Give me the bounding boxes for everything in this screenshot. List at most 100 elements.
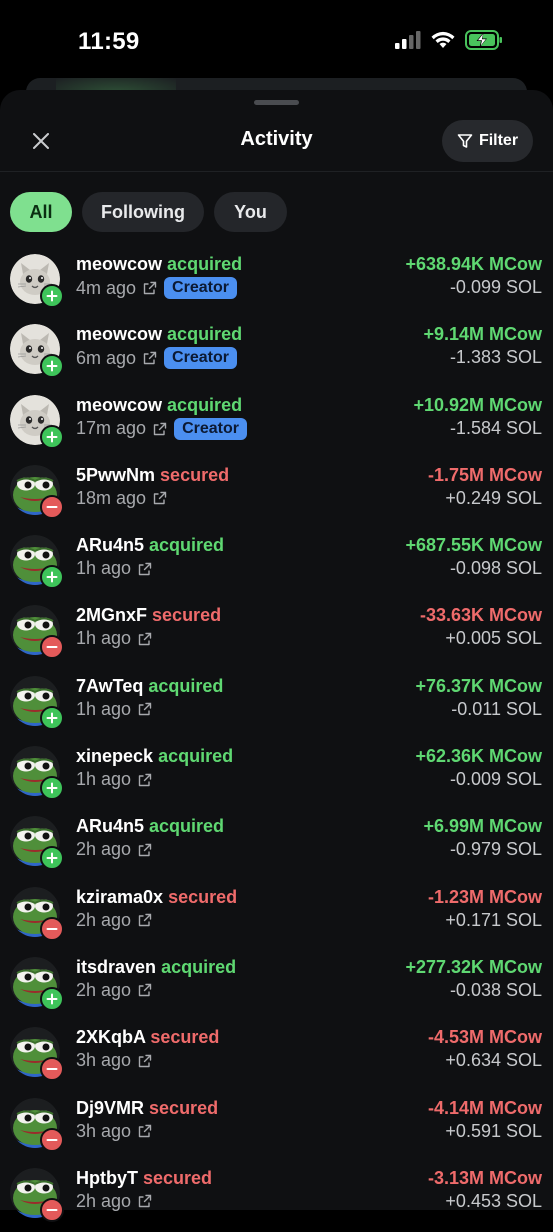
external-link-icon[interactable]: [138, 773, 152, 787]
token-amount: -3.13M MCow: [427, 1167, 542, 1188]
username[interactable]: ARu4n5: [76, 535, 144, 555]
activity-row[interactable]: meowcow acquired 4m ago Creator +638.94K MC…: [0, 248, 553, 318]
plus-badge-icon: [40, 284, 64, 308]
external-link-icon[interactable]: [153, 491, 167, 505]
time-ago: 4m ago: [76, 277, 137, 298]
time-line: 4m ago Creator: [76, 277, 237, 299]
minus-badge-icon: [40, 1057, 64, 1082]
activity-row[interactable]: itsdraven acquired 2h ago +277.32K MCow -0.…: [0, 951, 553, 1021]
activity-row[interactable]: HptbyT secured 2h ago -3.13M MCow +0.453 SO…: [0, 1162, 553, 1232]
time-line: 2h ago: [76, 839, 152, 860]
time-line: 3h ago: [76, 1050, 152, 1071]
external-link-icon[interactable]: [138, 1124, 152, 1138]
activity-row[interactable]: 7AwTeq acquired 1h ago +76.37K MCow -0.011 …: [0, 670, 553, 740]
sheet-grabber[interactable]: [254, 100, 299, 105]
sol-amount: -0.011 SOL: [451, 698, 542, 719]
username[interactable]: HptbyT: [76, 1168, 138, 1188]
username[interactable]: 2XKqbA: [76, 1027, 145, 1047]
external-link-icon[interactable]: [138, 1054, 152, 1068]
external-link-icon[interactable]: [138, 562, 152, 576]
username[interactable]: itsdraven: [76, 957, 156, 977]
time-ago: 1h ago: [76, 628, 132, 649]
action-label: secured: [150, 1027, 220, 1048]
username[interactable]: meowcow: [76, 324, 162, 344]
username[interactable]: kzirama0x: [76, 887, 163, 907]
token-amount: +10.92M MCow: [413, 394, 542, 415]
status-bar: 11:59: [0, 0, 553, 80]
activity-row[interactable]: Dj9VMR secured 3h ago -4.14M MCow +0.591 SO…: [0, 1092, 553, 1162]
external-link-icon[interactable]: [138, 1194, 152, 1208]
time-ago: 1h ago: [76, 698, 132, 719]
time-line: 18m ago: [76, 488, 167, 509]
username[interactable]: ARu4n5: [76, 816, 144, 836]
user-line: xinepeck acquired: [76, 746, 233, 767]
username[interactable]: Dj9VMR: [76, 1098, 144, 1118]
filter-button[interactable]: Filter: [442, 120, 533, 162]
wifi-icon: [431, 31, 455, 48]
activity-row[interactable]: kzirama0x secured 2h ago -1.23M MCow +0.171…: [0, 881, 553, 951]
username[interactable]: meowcow: [76, 254, 162, 274]
activity-row[interactable]: ARu4n5 acquired 2h ago +6.99M MCow -0.979 S…: [0, 810, 553, 880]
plus-badge-icon: [40, 705, 64, 730]
time-ago: 2h ago: [76, 979, 132, 1000]
tab-all[interactable]: All: [10, 192, 72, 232]
external-link-icon[interactable]: [138, 983, 152, 997]
external-link-icon[interactable]: [153, 422, 167, 436]
username[interactable]: 2MGnxF: [76, 605, 147, 625]
sol-amount: +0.453 SOL: [445, 1190, 542, 1211]
time-ago: 3h ago: [76, 1120, 132, 1141]
external-link-icon[interactable]: [138, 632, 152, 646]
time-line: 2h ago: [76, 980, 152, 1001]
token-amount: +62.36K MCow: [415, 746, 542, 767]
activity-row[interactable]: 5PwwNm secured 18m ago -1.75M MCow +0.249 S…: [0, 459, 553, 529]
minus-badge-icon: [40, 1197, 64, 1222]
time-line: 3h ago: [76, 1121, 152, 1142]
username[interactable]: 5PwwNm: [76, 465, 155, 485]
sol-amount: -1.584 SOL: [449, 417, 542, 438]
header-divider: [0, 171, 553, 172]
plus-badge-icon: [40, 565, 64, 590]
plus-badge-icon: [40, 846, 64, 871]
time-line: 2h ago: [76, 1191, 152, 1212]
user-line: itsdraven acquired: [76, 957, 236, 978]
action-label: secured: [149, 1097, 219, 1118]
action-label: acquired: [149, 816, 225, 837]
sol-amount: -1.383 SOL: [449, 347, 542, 368]
sol-amount: -0.979 SOL: [449, 839, 542, 860]
activity-list: meowcow acquired 4m ago Creator +638.94K MC…: [0, 248, 553, 1232]
time-ago: 2h ago: [76, 1190, 132, 1211]
minus-badge-icon: [40, 635, 64, 660]
external-link-icon[interactable]: [138, 702, 152, 716]
user-line: meowcow acquired: [76, 324, 242, 345]
time-line: 1h ago: [76, 558, 152, 579]
action-label: secured: [160, 464, 230, 485]
tab-you[interactable]: You: [214, 192, 287, 232]
external-link-icon[interactable]: [143, 281, 157, 295]
activity-row[interactable]: ARu4n5 acquired 1h ago +687.55K MCow -0.098…: [0, 529, 553, 599]
activity-row[interactable]: meowcow acquired 17m ago Creator +10.92M MC…: [0, 389, 553, 459]
username[interactable]: xinepeck: [76, 746, 153, 766]
activity-sheet: Activity Filter All Following You meowco…: [0, 90, 553, 1222]
activity-row[interactable]: meowcow acquired 6m ago Creator +9.14M MCow…: [0, 318, 553, 388]
action-label: secured: [152, 605, 222, 626]
time-line: 2h ago: [76, 910, 152, 931]
activity-row[interactable]: 2MGnxF secured 1h ago -33.63K MCow +0.005 S…: [0, 599, 553, 669]
activity-row[interactable]: xinepeck acquired 1h ago +62.36K MCow -0.00…: [0, 740, 553, 810]
token-amount: -1.23M MCow: [427, 886, 542, 907]
time-ago: 6m ago: [76, 347, 137, 368]
username[interactable]: 7AwTeq: [76, 676, 143, 696]
action-label: acquired: [148, 675, 224, 696]
username[interactable]: meowcow: [76, 395, 162, 415]
token-amount: +9.14M MCow: [423, 324, 542, 345]
activity-row[interactable]: 2XKqbA secured 3h ago -4.53M MCow +0.634 SO…: [0, 1021, 553, 1091]
user-line: 7AwTeq acquired: [76, 676, 223, 697]
action-label: acquired: [158, 746, 234, 767]
token-amount: -1.75M MCow: [427, 464, 542, 485]
token-amount: +76.37K MCow: [415, 675, 542, 696]
tab-following[interactable]: Following: [82, 192, 204, 232]
external-link-icon[interactable]: [143, 351, 157, 365]
external-link-icon[interactable]: [138, 843, 152, 857]
external-link-icon[interactable]: [138, 913, 152, 927]
user-line: ARu4n5 acquired: [76, 816, 224, 837]
plus-badge-icon: [40, 354, 64, 379]
